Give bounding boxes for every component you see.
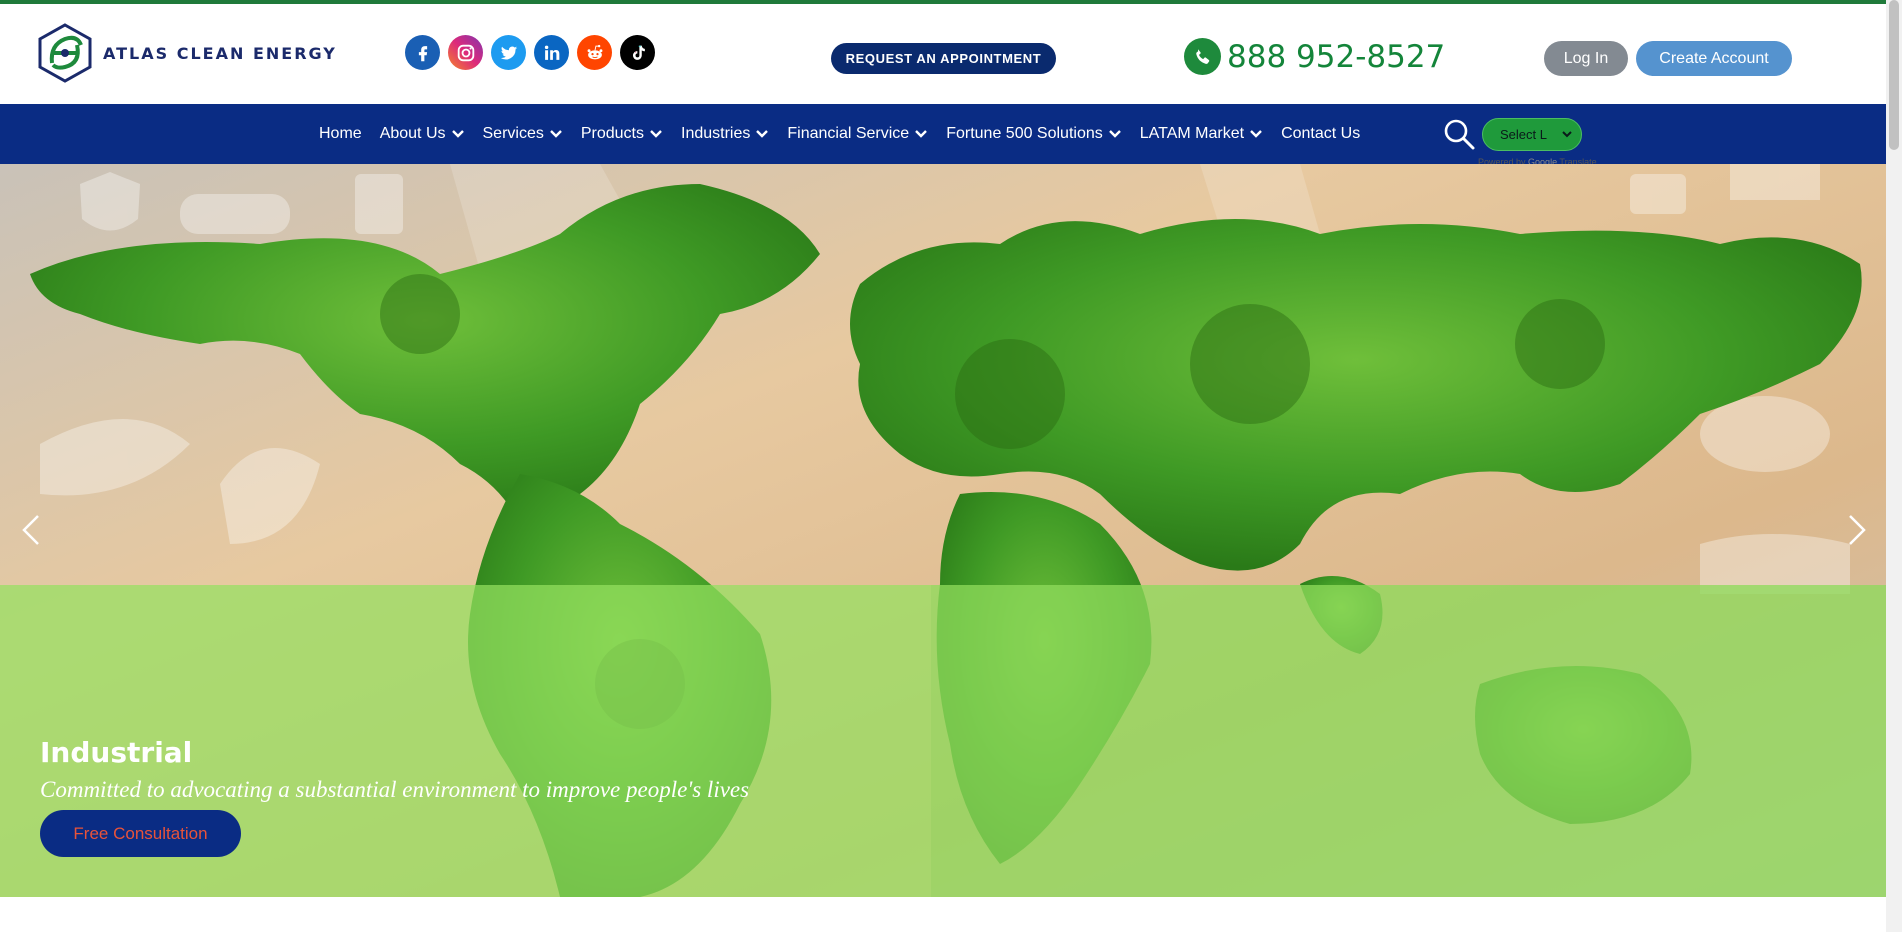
- facebook-icon[interactable]: [405, 35, 440, 70]
- page: ATLAS CLEAN ENERGY REQUEST AN APPOINTMEN…: [0, 0, 1902, 932]
- nav-item-home[interactable]: Home: [310, 125, 371, 143]
- nav-item-services[interactable]: Services: [474, 125, 572, 143]
- nav-item-label: Contact Us: [1281, 125, 1361, 142]
- nav-item-products[interactable]: Products: [572, 125, 672, 143]
- chevron-down-icon: [915, 130, 928, 138]
- phone-number: 888 952-8527: [1227, 38, 1446, 75]
- nav-item-latam-market[interactable]: LATAM Market: [1131, 125, 1272, 143]
- search-icon[interactable]: [1442, 117, 1476, 151]
- logo[interactable]: ATLAS CLEAN ENERGY: [37, 23, 337, 83]
- nav-item-label: Industries: [681, 125, 751, 142]
- instagram-icon[interactable]: [448, 35, 483, 70]
- nav-item-industries[interactable]: Industries: [672, 125, 778, 143]
- language-select-value: Select L: [1500, 127, 1547, 142]
- social-links: [405, 35, 655, 70]
- nav-item-label: Products: [580, 125, 644, 142]
- chevron-down-icon: [756, 130, 769, 138]
- request-appointment-button[interactable]: REQUEST AN APPOINTMENT: [831, 43, 1056, 74]
- page-scrollbar[interactable]: [1886, 0, 1902, 932]
- nav-items: Home About Us Services Products Industries Fi…: [310, 104, 1369, 164]
- nav-item-label: About Us: [379, 125, 446, 142]
- main-nav: Home About Us Services Products Industries Fi…: [0, 104, 1886, 164]
- nav-item-label: Fortune 500 Solutions: [946, 125, 1103, 142]
- hero-caption-overlay: [0, 585, 1886, 897]
- site-header: ATLAS CLEAN ENERGY REQUEST AN APPOINTMEN…: [0, 4, 1886, 104]
- slider-next-arrow-icon[interactable]: [1842, 512, 1870, 548]
- language-select[interactable]: Select L: [1482, 118, 1582, 151]
- nav-item-financial-service[interactable]: Financial Service: [778, 125, 937, 143]
- logo-mark-icon: [38, 23, 92, 83]
- chevron-down-icon: [550, 130, 562, 138]
- hero-subtitle: Committed to advocating a substantial en…: [40, 777, 750, 802]
- chevron-down-icon: [451, 130, 464, 138]
- nav-item-fortune-500-solutions[interactable]: Fortune 500 Solutions: [937, 125, 1131, 143]
- login-button[interactable]: Log In: [1544, 41, 1628, 76]
- free-consultation-button[interactable]: Free Consultation: [40, 810, 241, 857]
- phone-link[interactable]: 888 952-8527: [1184, 38, 1445, 75]
- overlay-shade: [931, 585, 1886, 897]
- nav-item-label: Home: [319, 125, 362, 142]
- linkedin-icon[interactable]: [534, 35, 569, 70]
- nav-item-label: Services: [482, 125, 544, 142]
- nav-item-about-us[interactable]: About Us: [371, 125, 474, 143]
- chevron-down-icon: [650, 130, 662, 138]
- hero-slider: Industrial Committed to advocating a sub…: [0, 164, 1886, 897]
- chevron-down-icon: [1562, 131, 1572, 138]
- nav-item-label: LATAM Market: [1139, 125, 1245, 142]
- scrollbar-thumb[interactable]: [1889, 0, 1899, 150]
- slider-prev-arrow-icon[interactable]: [18, 512, 46, 548]
- nav-item-contact-us[interactable]: Contact Us: [1272, 125, 1369, 143]
- chevron-down-icon: [1108, 130, 1121, 138]
- hero-title: Industrial: [40, 736, 193, 769]
- twitter-icon[interactable]: [491, 35, 526, 70]
- tiktok-icon[interactable]: [620, 35, 655, 70]
- create-account-button[interactable]: Create Account: [1636, 41, 1792, 76]
- logo-text: ATLAS CLEAN ENERGY: [103, 43, 337, 63]
- chevron-down-icon: [1250, 130, 1262, 138]
- phone-icon: [1184, 38, 1221, 75]
- nav-item-label: Financial Service: [787, 125, 910, 142]
- reddit-icon[interactable]: [577, 35, 612, 70]
